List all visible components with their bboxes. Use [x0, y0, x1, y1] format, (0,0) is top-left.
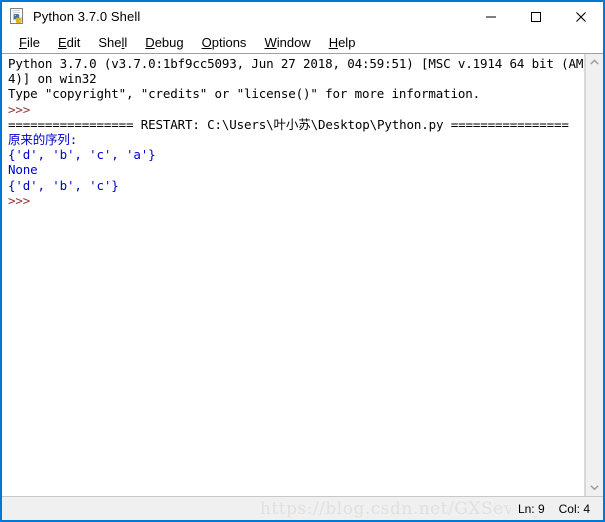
shell-prompt: >>> [8, 192, 31, 208]
chevron-up-icon[interactable] [586, 54, 603, 71]
python-idle-icon [9, 8, 26, 25]
menu-item-options[interactable]: Options [193, 35, 256, 50]
idle-shell-window: Python 3.7.0 Shell File Edit Shell Debug… [0, 0, 605, 522]
shell-line: Python 3.7.0 (v3.7.0:1bf9cc5093, Jun 27 … [8, 56, 585, 71]
menu-item-file[interactable]: File [10, 35, 49, 50]
scrollbar-track[interactable] [586, 71, 603, 479]
shell-output-line: {'d', 'b', 'c', 'a'} [8, 147, 156, 163]
window-title: Python 3.7.0 Shell [33, 9, 141, 24]
menu-item-help[interactable]: Help [320, 35, 365, 50]
shell-text-area[interactable]: Python 3.7.0 (v3.7.0:1bf9cc5093, Jun 27 … [2, 54, 585, 496]
shell-body: Python 3.7.0 (v3.7.0:1bf9cc5093, Jun 27 … [2, 53, 603, 496]
menu-item-shell[interactable]: Shell [89, 35, 136, 50]
status-line-indicator: Ln: 9 [510, 501, 552, 516]
shell-prompt: >>> [8, 101, 31, 117]
shell-restart-banner: ================= RESTART: C:\Users\叶小苏\… [8, 116, 569, 132]
menu-item-window[interactable]: Window [255, 35, 319, 50]
shell-line: 4)] on win32 [8, 71, 97, 87]
menu-bar: File Edit Shell Debug Options Window Hel… [2, 31, 603, 53]
caption-button-group [468, 2, 603, 31]
vertical-scrollbar[interactable] [585, 54, 603, 496]
chevron-down-icon[interactable] [586, 479, 603, 496]
menu-item-debug[interactable]: Debug [136, 35, 192, 50]
close-button[interactable] [558, 2, 603, 31]
watermark-text: https://blog.csdn.net/GXSevery [260, 498, 544, 519]
menu-item-edit[interactable]: Edit [49, 35, 89, 50]
status-column-indicator: Col: 4 [551, 501, 597, 516]
minimize-button[interactable] [468, 2, 513, 31]
title-bar[interactable]: Python 3.7.0 Shell [2, 2, 603, 31]
status-bar: https://blog.csdn.net/GXSevery Ln: 9 Col… [2, 496, 603, 520]
maximize-button[interactable] [513, 2, 558, 31]
shell-line: Type "copyright", "credits" or "license(… [8, 86, 481, 102]
shell-output-line: None [8, 162, 38, 178]
shell-output-line: {'d', 'b', 'c'} [8, 177, 119, 193]
shell-output-line: 原来的序列: [8, 132, 78, 148]
